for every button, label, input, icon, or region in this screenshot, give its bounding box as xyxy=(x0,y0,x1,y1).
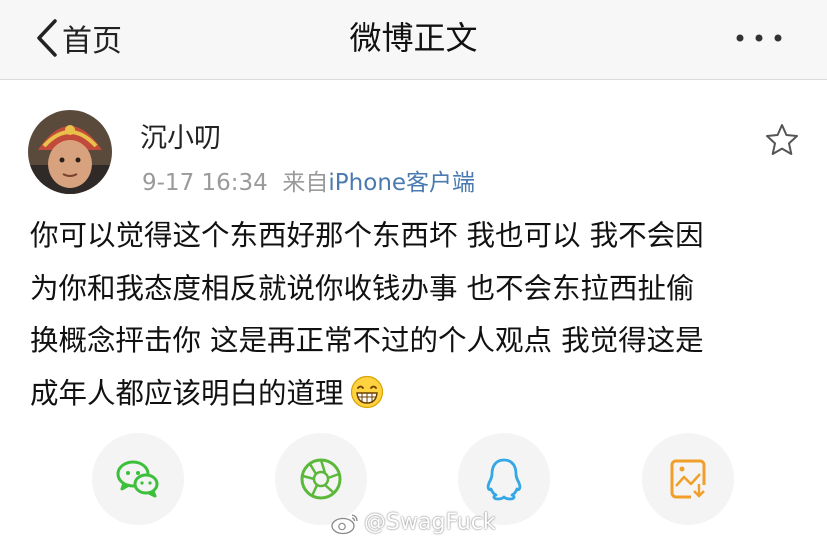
post-line: 你可以觉得这个东西好那个东西坏 我也可以 我不会因 xyxy=(30,219,704,252)
post-line: 换概念抨击你 这是再正常不过的个人观点 我觉得这是 xyxy=(30,324,704,357)
post-line: 成年人都应该明白的道理 xyxy=(30,376,344,410)
top-nav-bar: 首页 微博正文 xyxy=(0,0,827,80)
post-meta: 9-17 16:34 来自iPhone客户端 xyxy=(142,163,475,197)
moments-icon xyxy=(300,458,342,500)
more-options-icon[interactable] xyxy=(734,26,784,50)
wechat-icon xyxy=(116,460,159,498)
post-line: 为你和我态度相反就说你收钱办事 也不会东拉西扯偷 xyxy=(30,271,695,305)
page-title: 微博正文 xyxy=(349,19,478,57)
watermark: @SwagFuck xyxy=(330,510,496,535)
share-wechat-button[interactable] xyxy=(92,433,184,525)
post-source-link[interactable]: iPhone客户端 xyxy=(328,170,475,196)
grin-emoji-icon xyxy=(350,375,383,408)
qq-icon xyxy=(486,458,522,501)
post-text: 你可以觉得这个东西好那个东西坏 我也可以 我不会因 为你和我态度相反就说你收钱办… xyxy=(30,210,805,420)
save-image-button[interactable] xyxy=(642,433,734,525)
weibo-logo-icon xyxy=(331,513,358,534)
username[interactable]: 沉小叨 xyxy=(140,116,221,155)
star-icon[interactable] xyxy=(764,122,800,158)
save-image-icon xyxy=(670,459,707,499)
post-date: 9-17 16:34 xyxy=(142,170,268,196)
source-prefix: 来自 xyxy=(282,170,329,196)
avatar[interactable] xyxy=(28,110,112,194)
watermark-text: @SwagFuck xyxy=(364,510,496,535)
